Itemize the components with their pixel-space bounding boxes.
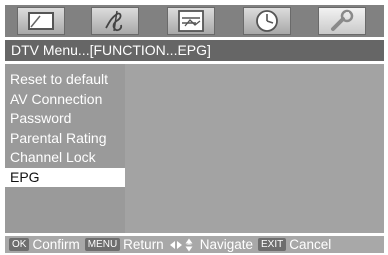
navigate-arrows-icon bbox=[169, 238, 197, 252]
menu-key: MENU bbox=[84, 238, 121, 251]
help-bar: OK Confirm MENU Return Navigate EXIT Can… bbox=[5, 236, 384, 253]
content-panel bbox=[125, 64, 384, 233]
music-icon bbox=[105, 10, 123, 32]
cancel-label: Cancel bbox=[289, 237, 332, 252]
menu-item-channel-lock[interactable]: Channel Lock bbox=[5, 148, 125, 168]
confirm-label: Confirm bbox=[32, 237, 80, 252]
channel-tab[interactable] bbox=[167, 7, 215, 35]
return-label: Return bbox=[123, 237, 164, 252]
navigate-label: Navigate bbox=[199, 237, 253, 252]
exit-key: EXIT bbox=[258, 238, 287, 251]
function-menu: Reset to default AV Connection Password … bbox=[5, 64, 125, 233]
sound-tab[interactable] bbox=[91, 7, 139, 35]
ok-key: OK bbox=[9, 238, 30, 251]
menu-title: DTV Menu...[FUNCTION...EPG] bbox=[5, 40, 384, 61]
category-icon-bar bbox=[5, 5, 384, 37]
menu-item-av-connection[interactable]: AV Connection bbox=[5, 90, 125, 110]
channel-icon bbox=[178, 10, 204, 32]
menu-item-epg[interactable]: EPG bbox=[5, 167, 125, 187]
time-tab[interactable] bbox=[243, 7, 291, 35]
clock-icon bbox=[256, 10, 278, 32]
wrench-icon bbox=[331, 9, 354, 31]
menu-item-reset-to-default[interactable]: Reset to default bbox=[5, 70, 125, 90]
menu-item-password[interactable]: Password bbox=[5, 109, 125, 129]
menu-item-parental-rating[interactable]: Parental Rating bbox=[5, 129, 125, 149]
dtv-menu-screen: DTV Menu...[FUNCTION...EPG] Reset to def… bbox=[0, 0, 388, 255]
picture-tab[interactable] bbox=[17, 7, 65, 35]
picture-icon bbox=[28, 12, 54, 30]
function-tab[interactable] bbox=[318, 7, 366, 35]
